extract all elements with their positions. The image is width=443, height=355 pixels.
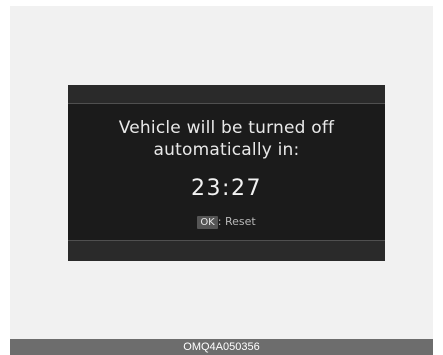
- reset-label: : Reset: [217, 215, 256, 228]
- ok-button[interactable]: OK: [197, 215, 218, 229]
- display-bottom-band: [68, 240, 385, 261]
- cluster-display: Vehicle will be turned off automatically…: [68, 85, 385, 261]
- figure-caption: OMQ4A050356: [10, 339, 433, 355]
- shutdown-message-line1: Vehicle will be turned off: [118, 118, 335, 138]
- display-top-band: [68, 85, 385, 104]
- shutdown-message-line2: automatically in:: [153, 140, 300, 160]
- countdown-timer: 23:27: [191, 176, 262, 201]
- reset-hint: OK: Reset: [68, 215, 385, 229]
